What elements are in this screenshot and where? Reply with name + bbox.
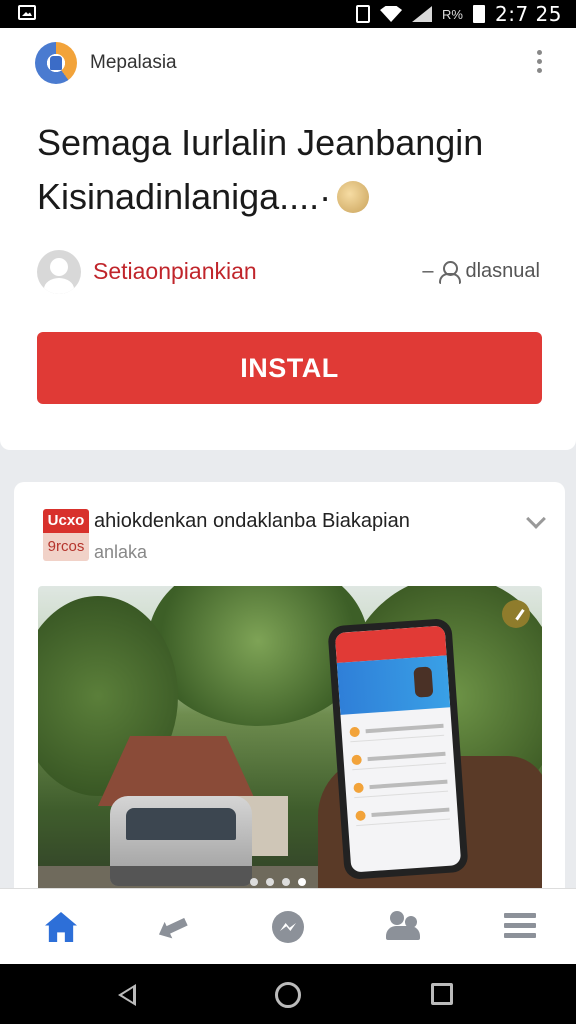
system-nav-bar [0, 964, 576, 1024]
bottom-nav [0, 888, 576, 964]
friends-icon [386, 909, 422, 941]
carousel-dot[interactable] [282, 878, 290, 886]
phone-screen [334, 625, 462, 873]
home-circle-icon[interactable] [275, 982, 301, 1008]
badge-bottom: 9rcos [43, 533, 89, 561]
app-logo[interactable] [35, 42, 77, 84]
nav-messenger[interactable] [270, 909, 306, 945]
share-icon [153, 909, 191, 945]
headline-line-1: Semaga Iurlalin Jeanbangin [37, 122, 484, 163]
car [110, 796, 252, 886]
post-card: Ucxo 9rcos ahiokdenkan ondaklanba Biakap… [14, 482, 565, 902]
author-meta: – dlasnual [422, 260, 540, 284]
author-meta-prefix: – [422, 260, 434, 282]
vibrate-icon [356, 5, 371, 23]
status-bar: R% 2:7 25 [0, 0, 576, 28]
battery-icon [473, 5, 485, 23]
app-install-card: Mepalasia Semaga Iurlalin Jeanbangin Kis… [0, 28, 576, 450]
recents-icon[interactable] [431, 983, 453, 1005]
gallery-notification-icon [18, 5, 36, 20]
messenger-icon [272, 911, 304, 943]
check-badge-icon [502, 600, 530, 628]
nav-menu[interactable] [502, 909, 538, 945]
clock: 2:7 25 [495, 2, 562, 26]
cell-signal-icon [412, 6, 433, 22]
carousel-dot[interactable] [250, 878, 258, 886]
more-options-icon[interactable] [532, 50, 546, 78]
carousel-dot[interactable] [298, 878, 306, 886]
post-source-logo[interactable]: Ucxo 9rcos [43, 509, 89, 561]
nav-share[interactable] [154, 909, 190, 945]
app-name[interactable]: Mepalasia [90, 52, 177, 74]
person-icon [439, 260, 462, 284]
headline-line-2: Kisinadinlaniga....· [37, 176, 332, 217]
carousel-dots[interactable] [250, 878, 306, 886]
chevron-down-icon[interactable] [526, 509, 546, 529]
post-image[interactable] [38, 586, 542, 902]
wifi-icon [380, 6, 403, 22]
post-title[interactable]: ahiokdenkan ondaklanba Biakapian [94, 510, 410, 533]
signal-text: R% [442, 6, 463, 22]
status-icons: R% 2:7 25 [356, 2, 562, 26]
badge-top: Ucxo [43, 509, 89, 533]
nav-home[interactable] [42, 909, 78, 945]
install-button[interactable]: INSTAL [37, 332, 542, 404]
avatar[interactable] [37, 250, 81, 294]
nav-friends[interactable] [386, 909, 422, 945]
back-icon[interactable] [118, 984, 136, 1006]
author-meta-text: dlasnual [465, 260, 540, 282]
post-subtitle: anlaka [94, 542, 148, 562]
home-icon [45, 912, 77, 942]
carousel-dot[interactable] [266, 878, 274, 886]
author-name[interactable]: Setiaonpiankian [93, 258, 257, 285]
headline: Semaga Iurlalin Jeanbangin Kisinadinlani… [37, 116, 537, 224]
emoji-icon [337, 181, 370, 213]
phone-mockup [327, 617, 469, 881]
